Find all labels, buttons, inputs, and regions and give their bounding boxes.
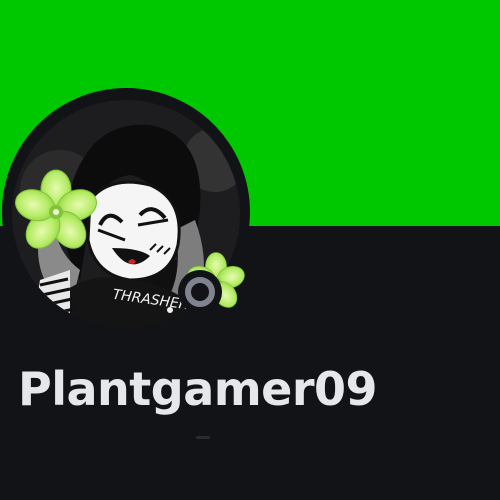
- offline-ring-icon: [185, 277, 215, 307]
- anime-avatar-icon: THRASHER: [12, 100, 245, 328]
- avatar[interactable]: THRASHER: [0, 80, 262, 342]
- username: Plantgamer09: [18, 362, 378, 416]
- status-indicator: [178, 270, 222, 314]
- divider: [196, 436, 210, 439]
